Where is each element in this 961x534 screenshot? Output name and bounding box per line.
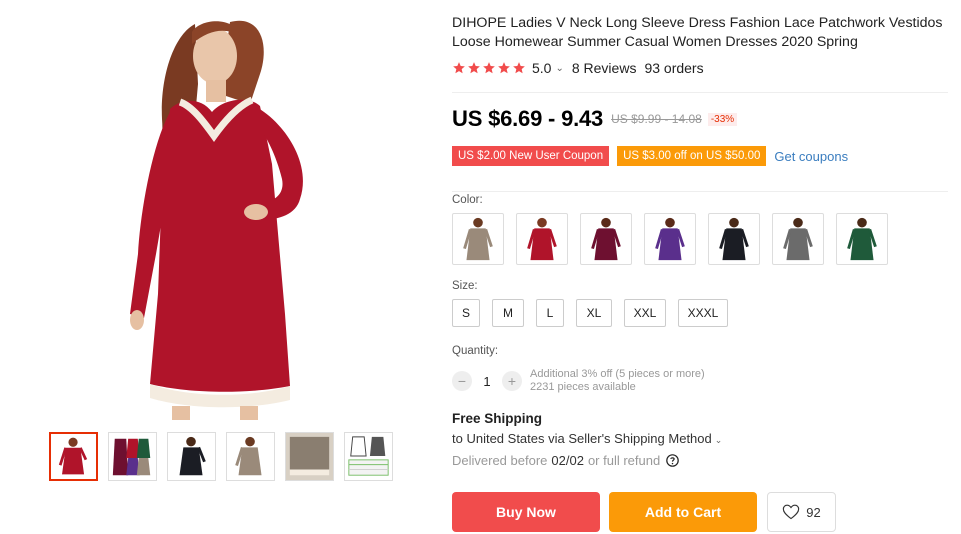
color-swatch-wine[interactable]: [580, 213, 632, 265]
bulk-discount-note: Additional 3% off (5 pieces or more): [530, 368, 705, 380]
wishlist-count: 92: [806, 504, 821, 520]
quantity-input[interactable]: 1: [472, 374, 502, 389]
quantity-increment-button[interactable]: +: [502, 371, 522, 391]
star-rating[interactable]: [452, 61, 526, 75]
star-icon: [468, 62, 480, 74]
dress-model-image: [100, 14, 400, 420]
eta-prefix: Delivered before: [452, 453, 548, 468]
size-label: Size:: [452, 280, 478, 292]
color-label: Color:: [452, 194, 483, 206]
quantity-label: Quantity:: [452, 345, 499, 357]
delivery-estimate: Delivered before 02/02 or full refund: [452, 453, 679, 468]
chevron-down-icon[interactable]: ⌄: [555, 63, 563, 74]
add-to-cart-button[interactable]: Add to Cart: [609, 492, 757, 532]
shipping-title: Free Shipping: [452, 411, 543, 426]
stock-available-note: 2231 pieces available: [530, 381, 636, 393]
star-icon: [483, 62, 495, 74]
original-price: US $9.99 - 14.08: [611, 112, 702, 126]
thumbnail-strip: [49, 432, 393, 481]
discount-badge: -33%: [707, 112, 738, 126]
color-swatch-gray[interactable]: [772, 213, 824, 265]
orders-count: 93 orders: [644, 60, 704, 76]
quantity-stepper: − 1 + Additional 3% off (5 pieces or mor…: [452, 368, 705, 394]
store-coupon[interactable]: US $3.00 off on US $50.00: [617, 146, 767, 166]
eta-suffix: or full refund: [587, 453, 661, 468]
star-icon: [498, 62, 510, 74]
thumbnail-gray-dress-closeup[interactable]: [285, 432, 334, 481]
size-options: S M L XL XXL XXXL: [452, 299, 728, 327]
color-options: [452, 213, 888, 265]
wishlist-button[interactable]: 92: [767, 492, 836, 532]
color-swatch-black[interactable]: [708, 213, 760, 265]
divider: [452, 191, 948, 192]
new-user-coupon[interactable]: US $2.00 New User Coupon: [452, 146, 610, 166]
quantity-decrement-button[interactable]: −: [452, 371, 472, 391]
coupon-row: US $2.00 New User Coupon US $3.00 off on…: [452, 146, 848, 166]
size-option-l[interactable]: L: [536, 299, 564, 327]
thumbnail-red-dress[interactable]: [49, 432, 98, 481]
thumbnail-khaki-dress[interactable]: [226, 432, 275, 481]
quantity-notes: Additional 3% off (5 pieces or more) 223…: [530, 368, 705, 394]
thumbnail-black-dress[interactable]: [167, 432, 216, 481]
rating-value[interactable]: 5.0: [532, 60, 551, 76]
thumbnail-color-variants[interactable]: [108, 432, 157, 481]
eta-date: 02/02: [551, 453, 584, 468]
divider: [452, 92, 948, 93]
size-option-xxxl[interactable]: XXXL: [678, 299, 728, 327]
current-price: US $6.69 - 9.43: [452, 106, 604, 131]
color-swatch-green[interactable]: [836, 213, 888, 265]
reviews-link[interactable]: 8 Reviews: [572, 60, 637, 76]
chevron-down-icon: ⌄: [714, 435, 723, 445]
shipping-destination-text: to United States via Seller's Shipping M…: [452, 431, 712, 446]
size-option-xl[interactable]: XL: [576, 299, 612, 327]
size-option-xxl[interactable]: XXL: [624, 299, 666, 327]
product-title: DIHOPE Ladies V Neck Long Sleeve Dress F…: [452, 15, 943, 50]
thumbnail-size-chart[interactable]: [344, 432, 393, 481]
main-product-image[interactable]: [100, 14, 400, 420]
buy-now-button[interactable]: Buy Now: [452, 492, 600, 532]
star-icon: [453, 62, 465, 74]
get-coupons-link[interactable]: Get coupons: [774, 149, 848, 164]
shipping-destination[interactable]: to United States via Seller's Shipping M…: [452, 431, 722, 446]
rating-row: 5.0 ⌄ 8 Reviews 93 orders: [452, 60, 704, 76]
color-swatch-purple[interactable]: [644, 213, 696, 265]
price-row: US $6.69 - 9.43 US $9.99 - 14.08 -33%: [452, 106, 738, 132]
star-icon: [513, 62, 525, 74]
heart-icon: [783, 504, 800, 520]
size-option-m[interactable]: M: [492, 299, 524, 327]
product-info: DIHOPE Ladies V Neck Long Sleeve Dress F…: [452, 14, 952, 532]
size-option-s[interactable]: S: [452, 299, 480, 327]
help-icon[interactable]: [666, 454, 679, 467]
color-swatch-red[interactable]: [516, 213, 568, 265]
color-swatch-khaki[interactable]: [452, 213, 504, 265]
